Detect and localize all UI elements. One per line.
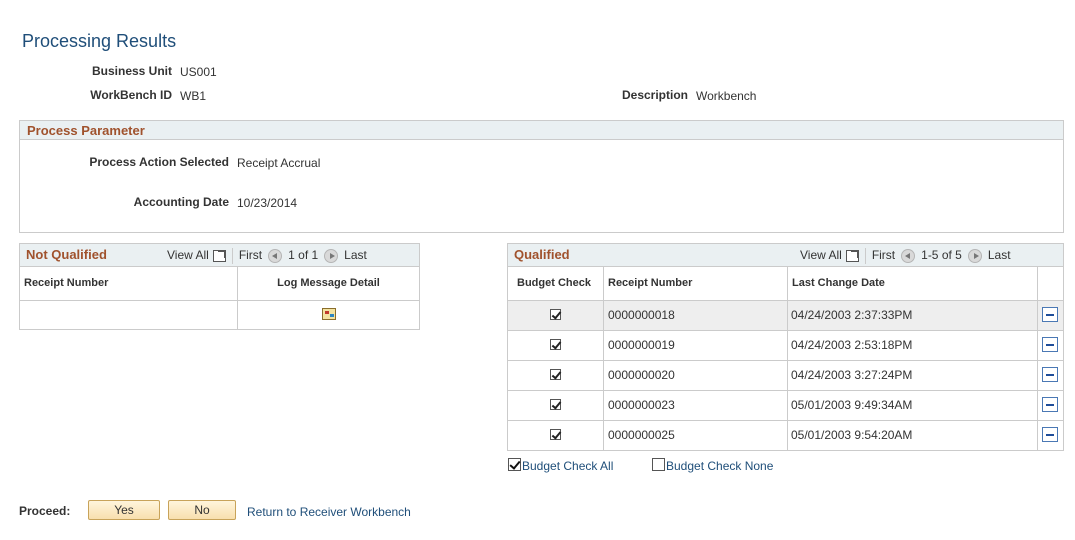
- not-qualified-grid: Not Qualified View All First 1 of 1 Last Re…: [19, 243, 420, 330]
- first-link[interactable]: First: [872, 248, 895, 262]
- last-change-date-cell: 04/24/2003 2:37:33PM: [791, 308, 913, 322]
- column-header-budget-check[interactable]: Budget Check: [513, 267, 591, 300]
- proceed-label: Proceed:: [19, 504, 71, 518]
- receipt-number-cell: 0000000023: [608, 398, 675, 412]
- row-count: 1 of 1: [288, 248, 319, 263]
- delete-row-icon[interactable]: [1042, 307, 1058, 322]
- budget-check-checkbox[interactable]: [550, 309, 561, 320]
- column-header-receipt-number[interactable]: Receipt Number: [20, 267, 108, 300]
- qualified-grid: Qualified View All First 1-5 of 5 Last Budg…: [507, 243, 1064, 451]
- workbench-id-label: WorkBench ID: [90, 88, 172, 102]
- accounting-date-value: 10/23/2014: [237, 196, 298, 210]
- table-row[interactable]: 0000000018 04/24/2003 2:37:33PM: [508, 301, 1063, 331]
- not-qualified-column-headers: Receipt Number Log Message Detail: [20, 267, 419, 301]
- delete-row-icon[interactable]: [1042, 337, 1058, 352]
- next-row-icon[interactable]: [967, 249, 982, 263]
- qualified-grid-header: Qualified View All First 1-5 of 5 Last: [508, 244, 1063, 267]
- qualified-column-headers: Budget Check Receipt Number Last Change …: [508, 267, 1063, 301]
- column-divider: [1037, 391, 1038, 420]
- zoom-icon[interactable]: [845, 250, 859, 262]
- process-parameter-group: Process Parameter: [19, 120, 1064, 233]
- last-change-date-cell: 05/01/2003 9:54:20AM: [791, 428, 913, 442]
- column-header-last-change-date[interactable]: Last Change Date: [788, 267, 885, 300]
- no-button[interactable]: No: [168, 500, 236, 520]
- column-divider: [237, 301, 238, 330]
- column-divider: [1037, 301, 1038, 330]
- budget-check-all-icon[interactable]: [508, 458, 521, 471]
- workbench-id-value: WB1: [180, 89, 207, 103]
- business-unit-label: Business Unit: [91, 64, 172, 78]
- row-count: 1-5 of 5: [921, 248, 962, 263]
- previous-row-icon[interactable]: [268, 249, 283, 263]
- not-qualified-grid-header: Not Qualified View All First 1 of 1 Last: [20, 244, 419, 267]
- first-link[interactable]: First: [239, 248, 262, 262]
- receipt-number-cell: 0000000019: [608, 338, 675, 352]
- delete-row-icon[interactable]: [1042, 367, 1058, 382]
- view-all-link[interactable]: View All: [800, 248, 842, 262]
- column-divider: [1037, 267, 1038, 300]
- qualified-title: Qualified: [514, 247, 570, 262]
- description-value: Workbench: [696, 89, 757, 103]
- budget-check-checkbox[interactable]: [550, 339, 561, 350]
- delete-row-icon[interactable]: [1042, 397, 1058, 412]
- budget-check-checkbox[interactable]: [550, 369, 561, 380]
- budget-check-checkbox[interactable]: [550, 399, 561, 410]
- view-all-link[interactable]: View All: [167, 248, 209, 262]
- qualified-nav: View All First 1-5 of 5 Last: [800, 248, 1011, 264]
- next-row-icon[interactable]: [324, 249, 339, 263]
- yes-button[interactable]: Yes: [88, 500, 160, 520]
- budget-check-all-link[interactable]: Budget Check All: [522, 459, 613, 473]
- process-action-value: Receipt Accrual: [237, 156, 321, 170]
- table-row[interactable]: 0000000019 04/24/2003 2:53:18PM: [508, 331, 1063, 361]
- not-qualified-nav: View All First 1 of 1 Last: [167, 248, 367, 264]
- nav-divider: [864, 248, 866, 264]
- last-change-date-cell: 05/01/2003 9:49:34AM: [791, 398, 913, 412]
- receipt-number-cell: 0000000025: [608, 428, 675, 442]
- table-row[interactable]: 0000000020 04/24/2003 3:27:24PM: [508, 361, 1063, 391]
- last-change-date-cell: 04/24/2003 3:27:24PM: [791, 368, 913, 382]
- budget-check-none-icon[interactable]: [652, 458, 665, 471]
- business-unit-value: US001: [180, 65, 217, 79]
- not-qualified-title: Not Qualified: [26, 247, 107, 262]
- log-message-detail-icon[interactable]: [322, 308, 336, 320]
- process-action-label: Process Action Selected: [89, 155, 229, 169]
- zoom-icon[interactable]: [212, 250, 226, 262]
- delete-row-icon[interactable]: [1042, 427, 1058, 442]
- accounting-date-label: Accounting Date: [133, 195, 229, 209]
- receipt-number-cell: 0000000020: [608, 368, 675, 382]
- receipt-number-cell: 0000000018: [608, 308, 675, 322]
- column-divider: [1037, 331, 1038, 360]
- process-parameter-title: Process Parameter: [20, 121, 1063, 140]
- table-row[interactable]: 0000000025 05/01/2003 9:54:20AM: [508, 421, 1063, 451]
- return-to-receiver-workbench-link[interactable]: Return to Receiver Workbench: [247, 505, 411, 519]
- column-header-receipt-number[interactable]: Receipt Number: [604, 267, 692, 300]
- column-divider: [1037, 421, 1038, 451]
- nav-divider: [231, 248, 233, 264]
- table-row[interactable]: 0000000023 05/01/2003 9:49:34AM: [508, 391, 1063, 421]
- last-link[interactable]: Last: [344, 248, 367, 262]
- column-divider: [1037, 361, 1038, 390]
- description-label: Description: [621, 88, 688, 102]
- budget-check-none-link[interactable]: Budget Check None: [666, 459, 773, 473]
- page-title: Processing Results: [22, 31, 177, 51]
- column-header-log-message-detail[interactable]: Log Message Detail: [238, 267, 419, 300]
- previous-row-icon[interactable]: [901, 249, 916, 263]
- table-row: [20, 301, 419, 330]
- last-link[interactable]: Last: [988, 248, 1011, 262]
- budget-check-checkbox[interactable]: [550, 429, 561, 440]
- last-change-date-cell: 04/24/2003 2:53:18PM: [791, 338, 913, 352]
